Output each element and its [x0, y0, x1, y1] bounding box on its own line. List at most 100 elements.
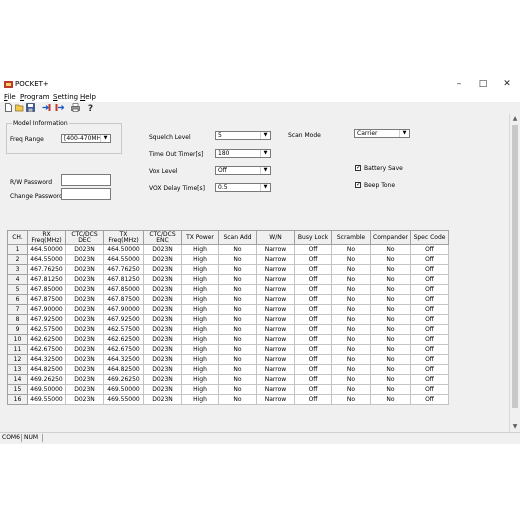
table-cell[interactable]: D023N — [143, 284, 182, 295]
table-cell[interactable]: High — [181, 354, 219, 365]
table-cell[interactable]: 467.92500 — [103, 314, 144, 325]
maximize-button[interactable]: □ — [476, 79, 490, 90]
table-cell[interactable]: 469.55000 — [103, 394, 144, 405]
table-cell[interactable]: Off — [410, 264, 449, 275]
table-cell[interactable]: No — [218, 284, 257, 295]
table-cell[interactable]: No — [218, 394, 257, 405]
table-cell[interactable]: D023N — [65, 304, 104, 315]
table-cell[interactable]: Off — [294, 374, 332, 385]
table-cell[interactable]: 467.87500 — [27, 294, 66, 305]
table-cell[interactable]: High — [181, 254, 219, 265]
read-from-radio-icon[interactable] — [42, 103, 51, 112]
table-cell[interactable]: D023N — [65, 254, 104, 265]
table-cell[interactable]: No — [218, 374, 257, 385]
table-cell[interactable]: No — [218, 334, 257, 345]
table-cell[interactable]: Off — [410, 294, 449, 305]
table-cell[interactable]: No — [370, 364, 411, 375]
table-cell[interactable]: Off — [410, 394, 449, 405]
table-cell[interactable]: No — [331, 344, 371, 355]
table-cell[interactable]: D023N — [143, 274, 182, 285]
table-cell[interactable]: Off — [410, 324, 449, 335]
table-row[interactable]: 14 469.26250 D023N 469.26250 D023N High No Narr… — [7, 374, 449, 385]
chevron-down-icon[interactable]: ▼ — [399, 130, 409, 137]
chevron-down-icon[interactable]: ▼ — [260, 132, 270, 139]
scrollbar-thumb[interactable] — [512, 125, 518, 408]
table-cell[interactable]: No — [370, 304, 411, 315]
freq-range-select[interactable]: [400-470MHz] ▼ — [61, 134, 111, 143]
open-folder-icon[interactable] — [15, 103, 24, 112]
new-file-icon[interactable] — [4, 103, 13, 112]
table-cell[interactable]: Off — [294, 344, 332, 355]
table-cell[interactable]: No — [331, 364, 371, 375]
table-cell[interactable]: Off — [410, 354, 449, 365]
table-cell[interactable]: No — [370, 244, 411, 255]
save-icon[interactable] — [26, 103, 35, 112]
table-row[interactable]: 7 467.90000 D023N 467.90000 D023N High No Narro… — [7, 304, 449, 315]
table-cell[interactable]: High — [181, 334, 219, 345]
table-cell[interactable]: No — [331, 314, 371, 325]
table-row[interactable]: 8 467.92500 D023N 467.92500 D023N High No Narro… — [7, 314, 449, 325]
table-cell[interactable]: Off — [410, 344, 449, 355]
table-cell[interactable]: D023N — [143, 384, 182, 395]
table-cell[interactable]: D023N — [143, 314, 182, 325]
table-cell[interactable]: D023N — [65, 314, 104, 325]
table-cell[interactable]: 469.26250 — [27, 374, 66, 385]
table-cell[interactable]: 462.62500 — [103, 334, 144, 345]
table-cell[interactable]: Off — [410, 254, 449, 265]
table-cell[interactable]: 467.85000 — [27, 284, 66, 295]
table-cell[interactable]: D023N — [143, 354, 182, 365]
table-cell[interactable]: Narrow — [256, 274, 295, 285]
table-cell[interactable]: D023N — [65, 354, 104, 365]
table-cell[interactable]: Off — [294, 314, 332, 325]
table-cell[interactable]: Off — [294, 254, 332, 265]
table-cell[interactable]: No — [370, 254, 411, 265]
table-cell[interactable]: No — [331, 394, 371, 405]
table-cell[interactable]: High — [181, 394, 219, 405]
table-cell[interactable]: High — [181, 304, 219, 315]
table-cell[interactable]: 464.82500 — [103, 364, 144, 375]
chevron-down-icon[interactable]: ▼ — [100, 135, 110, 142]
table-cell[interactable]: No — [218, 264, 257, 275]
table-cell[interactable]: Off — [294, 334, 332, 345]
table-cell[interactable]: Narrow — [256, 394, 295, 405]
menu-file[interactable]: File — [4, 93, 16, 101]
table-cell[interactable]: D023N — [65, 264, 104, 275]
scan-mode-select[interactable]: Carrier ▼ — [354, 129, 410, 138]
menu-program[interactable]: Program — [20, 93, 50, 101]
table-cell[interactable]: 467.87500 — [103, 294, 144, 305]
rw-password-input[interactable] — [61, 174, 111, 186]
table-cell[interactable]: High — [181, 324, 219, 335]
print-icon[interactable] — [71, 103, 80, 112]
table-cell[interactable]: No — [218, 364, 257, 375]
table-cell[interactable]: D023N — [143, 394, 182, 405]
table-cell[interactable]: D023N — [143, 364, 182, 375]
table-cell[interactable]: No — [370, 294, 411, 305]
table-cell[interactable]: No — [331, 374, 371, 385]
squelch-level-select[interactable]: 5 ▼ — [215, 131, 271, 140]
table-cell[interactable]: No — [331, 264, 371, 275]
table-cell[interactable]: Narrow — [256, 334, 295, 345]
table-cell[interactable]: D023N — [143, 304, 182, 315]
table-row[interactable]: 10 462.62500 D023N 462.62500 D023N High No Narr… — [7, 334, 449, 345]
table-cell[interactable]: No — [218, 344, 257, 355]
table-cell[interactable]: Narrow — [256, 254, 295, 265]
table-cell[interactable]: D023N — [65, 394, 104, 405]
table-cell[interactable]: No — [331, 284, 371, 295]
table-cell[interactable]: No — [218, 384, 257, 395]
table-cell[interactable]: Off — [410, 304, 449, 315]
table-cell[interactable]: No — [331, 244, 371, 255]
table-cell[interactable]: Off — [294, 274, 332, 285]
table-cell[interactable]: D023N — [143, 344, 182, 355]
table-cell[interactable]: D023N — [143, 334, 182, 345]
beep-tone-checkbox[interactable]: ✓ — [355, 182, 361, 188]
table-cell[interactable]: No — [218, 354, 257, 365]
table-cell[interactable]: D023N — [143, 254, 182, 265]
table-cell[interactable]: D023N — [65, 364, 104, 375]
table-cell[interactable]: 462.67500 — [27, 344, 66, 355]
table-cell[interactable]: No — [218, 244, 257, 255]
table-cell[interactable]: High — [181, 364, 219, 375]
table-cell[interactable]: No — [370, 394, 411, 405]
table-cell[interactable]: No — [218, 304, 257, 315]
table-row[interactable]: 1 464.50000 D023N 464.50000 D023N High No Narro… — [7, 244, 449, 255]
table-cell[interactable]: Off — [410, 274, 449, 285]
